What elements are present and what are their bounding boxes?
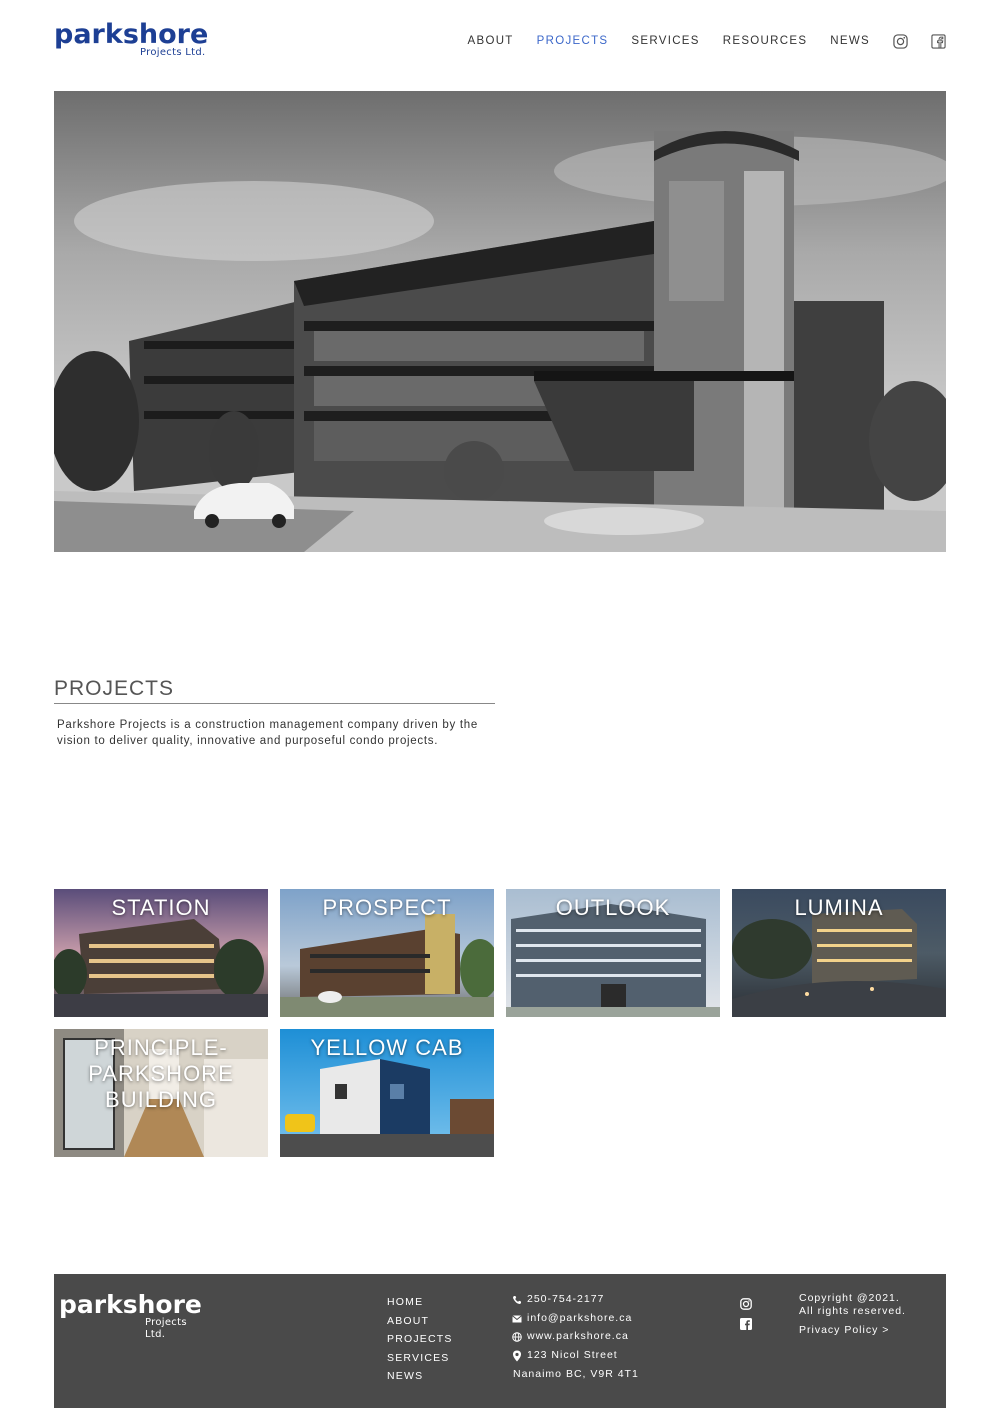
phone-icon xyxy=(512,1293,527,1307)
footer-logo[interactable]: parkshore Projects Ltd. xyxy=(59,1290,202,1341)
privacy-policy-link[interactable]: Privacy Policy > xyxy=(799,1324,906,1337)
footer-copyright: Copyright @2021. All rights reserved. Pr… xyxy=(799,1292,906,1337)
project-tile-principle-parkshore-building[interactable]: PRINCIPLE- PARKSHORE BUILDING xyxy=(54,1029,268,1157)
contact-phone[interactable]: 250-754-2177 xyxy=(512,1293,639,1312)
email-address: info@parkshore.ca xyxy=(527,1311,633,1324)
project-tile-lumina[interactable]: LUMINA xyxy=(732,889,946,1017)
projects-heading: PROJECTS xyxy=(54,676,495,704)
globe-icon xyxy=(512,1330,527,1344)
project-label: OUTLOOK xyxy=(555,895,671,920)
mail-icon xyxy=(512,1312,527,1326)
phone-number: 250-754-2177 xyxy=(527,1293,605,1305)
site-logo[interactable]: parkshore Projects Ltd. xyxy=(54,20,214,62)
instagram-icon[interactable] xyxy=(892,33,908,49)
footer-instagram-icon[interactable] xyxy=(740,1295,752,1310)
nav-about[interactable]: ABOUT xyxy=(468,35,514,47)
footer-nav-services[interactable]: SERVICES xyxy=(387,1349,453,1368)
logo-subtitle: Projects Ltd. xyxy=(140,47,206,58)
hero-image xyxy=(54,91,946,552)
footer-logo-wordmark: parkshore xyxy=(59,1290,202,1319)
footer-social xyxy=(740,1295,752,1335)
logo-wordmark: parkshore xyxy=(54,19,209,50)
nav-resources[interactable]: RESOURCES xyxy=(723,35,808,47)
project-label: STATION xyxy=(111,895,211,920)
project-label: YELLOW CAB xyxy=(310,1035,464,1060)
contact-email[interactable]: info@parkshore.ca xyxy=(512,1312,639,1331)
contact-website[interactable]: www.parkshore.ca xyxy=(512,1330,639,1349)
footer-nav-projects[interactable]: PROJECTS xyxy=(387,1330,453,1349)
project-label: PRINCIPLE- PARKSHORE BUILDING xyxy=(88,1035,234,1112)
footer-contact: 250-754-2177 info@parkshore.ca www.parks… xyxy=(512,1293,639,1381)
footer-nav-home[interactable]: HOME xyxy=(387,1293,453,1312)
project-tile-outlook[interactable]: OUTLOOK xyxy=(506,889,720,1017)
address-line2: Nanaimo BC, V9R 4T1 xyxy=(513,1368,639,1381)
nav-news[interactable]: NEWS xyxy=(830,35,870,47)
project-tile-yellow-cab[interactable]: YELLOW CAB xyxy=(280,1029,494,1157)
footer-nav-about[interactable]: ABOUT xyxy=(387,1312,453,1331)
nav-services[interactable]: SERVICES xyxy=(631,35,699,47)
project-label: PROSPECT xyxy=(322,895,452,920)
footer-facebook-icon[interactable] xyxy=(740,1315,752,1330)
website-url: www.parkshore.ca xyxy=(527,1330,629,1343)
copyright-line2: All rights reserved. xyxy=(799,1305,906,1317)
projects-description: Parkshore Projects is a construction man… xyxy=(57,719,478,747)
footer-nav: HOME ABOUT PROJECTS SERVICES NEWS xyxy=(387,1293,453,1386)
main-nav: ABOUT PROJECTS SERVICES RESOURCES NEWS xyxy=(445,33,946,49)
site-footer: parkshore Projects Ltd. HOME ABOUT PROJE… xyxy=(54,1274,946,1408)
location-pin-icon xyxy=(512,1349,527,1363)
facebook-icon[interactable] xyxy=(930,33,946,49)
address-line1: 123 Nicol Street xyxy=(527,1348,618,1361)
contact-address: 123 Nicol Street xyxy=(512,1349,639,1368)
footer-logo-subtitle: Projects Ltd. xyxy=(145,1317,187,1340)
footer-nav-news[interactable]: NEWS xyxy=(387,1367,453,1386)
nav-projects[interactable]: PROJECTS xyxy=(537,35,609,47)
project-tile-station[interactable]: STATION xyxy=(54,889,268,1017)
project-tile-prospect[interactable]: PROSPECT xyxy=(280,889,494,1017)
project-label: LUMINA xyxy=(794,895,884,920)
copyright-line1: Copyright @2021. xyxy=(799,1292,900,1304)
